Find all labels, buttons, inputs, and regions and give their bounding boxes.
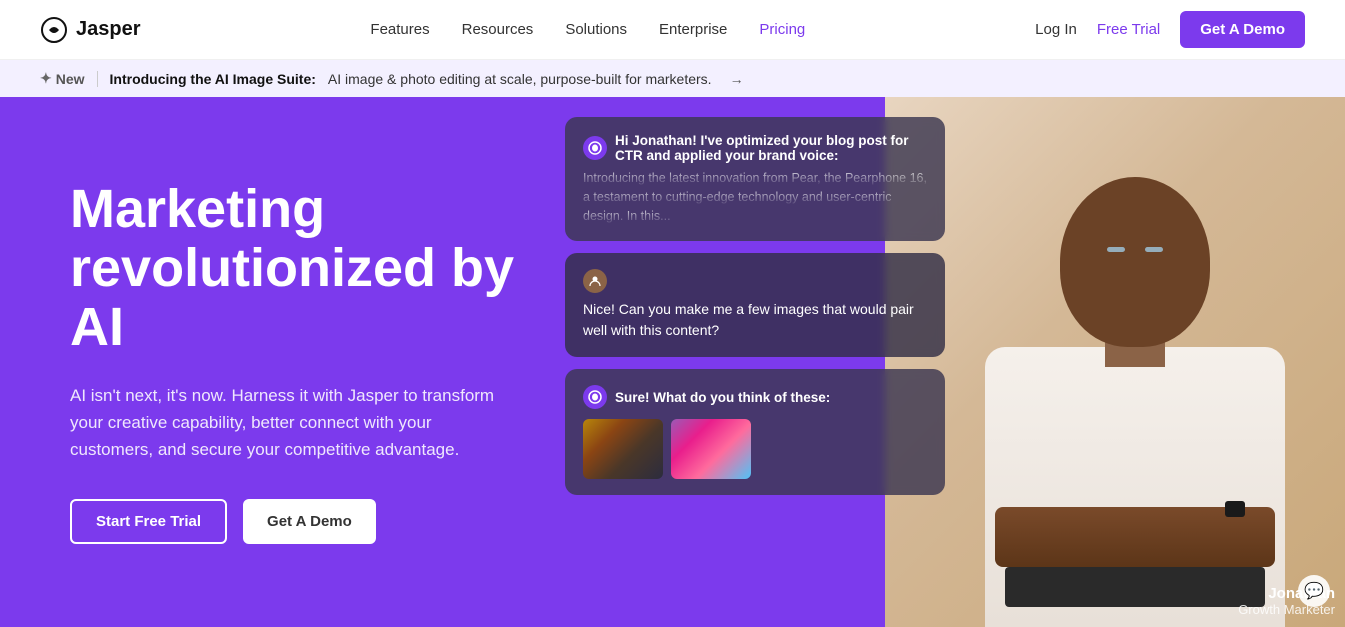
image-thumb-1 [583,419,663,479]
navbar: Jasper Features Resources Solutions Ente… [0,0,1345,60]
chat-bubble-1: Hi Jonathan! I've optimized your blog po… [565,117,945,241]
login-button[interactable]: Log In [1035,21,1077,38]
person-head [1060,177,1210,347]
spark-icon: ✦ [40,70,52,87]
hero-left: Marketing revolutionized by AI AI isn't … [0,120,530,605]
nav-features[interactable]: Features [370,21,429,38]
bubble3-title: Sure! What do you think of these: [615,390,830,405]
nav-right: Log In Free Trial Get A Demo [1035,11,1305,48]
announcement-divider [97,71,98,87]
announcement-body: AI image & photo editing at scale, purpo… [328,71,712,87]
announcement-bar: ✦ New Introducing the AI Image Suite: AI… [0,60,1345,97]
new-label: New [56,71,85,87]
watch [1225,501,1245,517]
image-thumb-2 [671,419,751,479]
glasses-right [1145,247,1163,252]
chat-scroll-icon[interactable]: 💬 [1298,575,1330,607]
person-figure [965,97,1305,627]
jasper-avatar [583,136,607,160]
chat-images [583,419,927,479]
free-trial-button[interactable]: Free Trial [1097,21,1160,38]
hero-title: Marketing revolutionized by AI [70,180,530,358]
chat-bubble-2: Nice! Can you make me a few images that … [565,253,945,357]
chat-bubble-3: Sure! What do you think of these: [565,369,945,495]
nav-solutions[interactable]: Solutions [565,21,627,38]
get-demo-button[interactable]: Get A Demo [1180,11,1305,48]
bubble1-title: Hi Jonathan! I've optimized your blog po… [615,133,927,163]
laptop [1005,567,1265,607]
jasper-avatar-2 [583,385,607,409]
chat-bubble-2-header [583,269,927,293]
hero-get-demo-button[interactable]: Get A Demo [243,499,376,544]
nav-pricing[interactable]: Pricing [759,21,805,38]
chat-bubble-1-header: Hi Jonathan! I've optimized your blog po… [583,133,927,163]
jasper-logo-icon [40,16,68,44]
new-badge: ✦ New [40,70,85,87]
announcement-bold: Introducing the AI Image Suite: [110,71,316,87]
nav-links: Features Resources Solutions Enterprise … [370,21,805,39]
nav-resources[interactable]: Resources [462,21,534,38]
hero-buttons: Start Free Trial Get A Demo [70,499,530,544]
user-avatar [583,269,607,293]
chat-bubble-3-header: Sure! What do you think of these: [583,385,927,409]
hero-section: Marketing revolutionized by AI AI isn't … [0,97,1345,627]
logo[interactable]: Jasper [40,16,141,44]
bubble2-text: Nice! Can you make me a few images that … [583,299,927,341]
person-background [885,97,1345,627]
glasses-left [1107,247,1125,252]
chat-bubbles: Hi Jonathan! I've optimized your blog po… [565,117,945,495]
hero-right: Hi Jonathan! I've optimized your blog po… [565,97,1345,627]
eyes-area [1085,247,1185,252]
logo-text: Jasper [76,18,141,41]
bubble1-body: Introducing the latest innovation from P… [583,169,927,225]
start-trial-button[interactable]: Start Free Trial [70,499,227,544]
announcement-arrow[interactable]: → [730,71,744,87]
hero-subtitle: AI isn't next, it's now. Harness it with… [70,382,510,464]
nav-enterprise[interactable]: Enterprise [659,21,727,38]
